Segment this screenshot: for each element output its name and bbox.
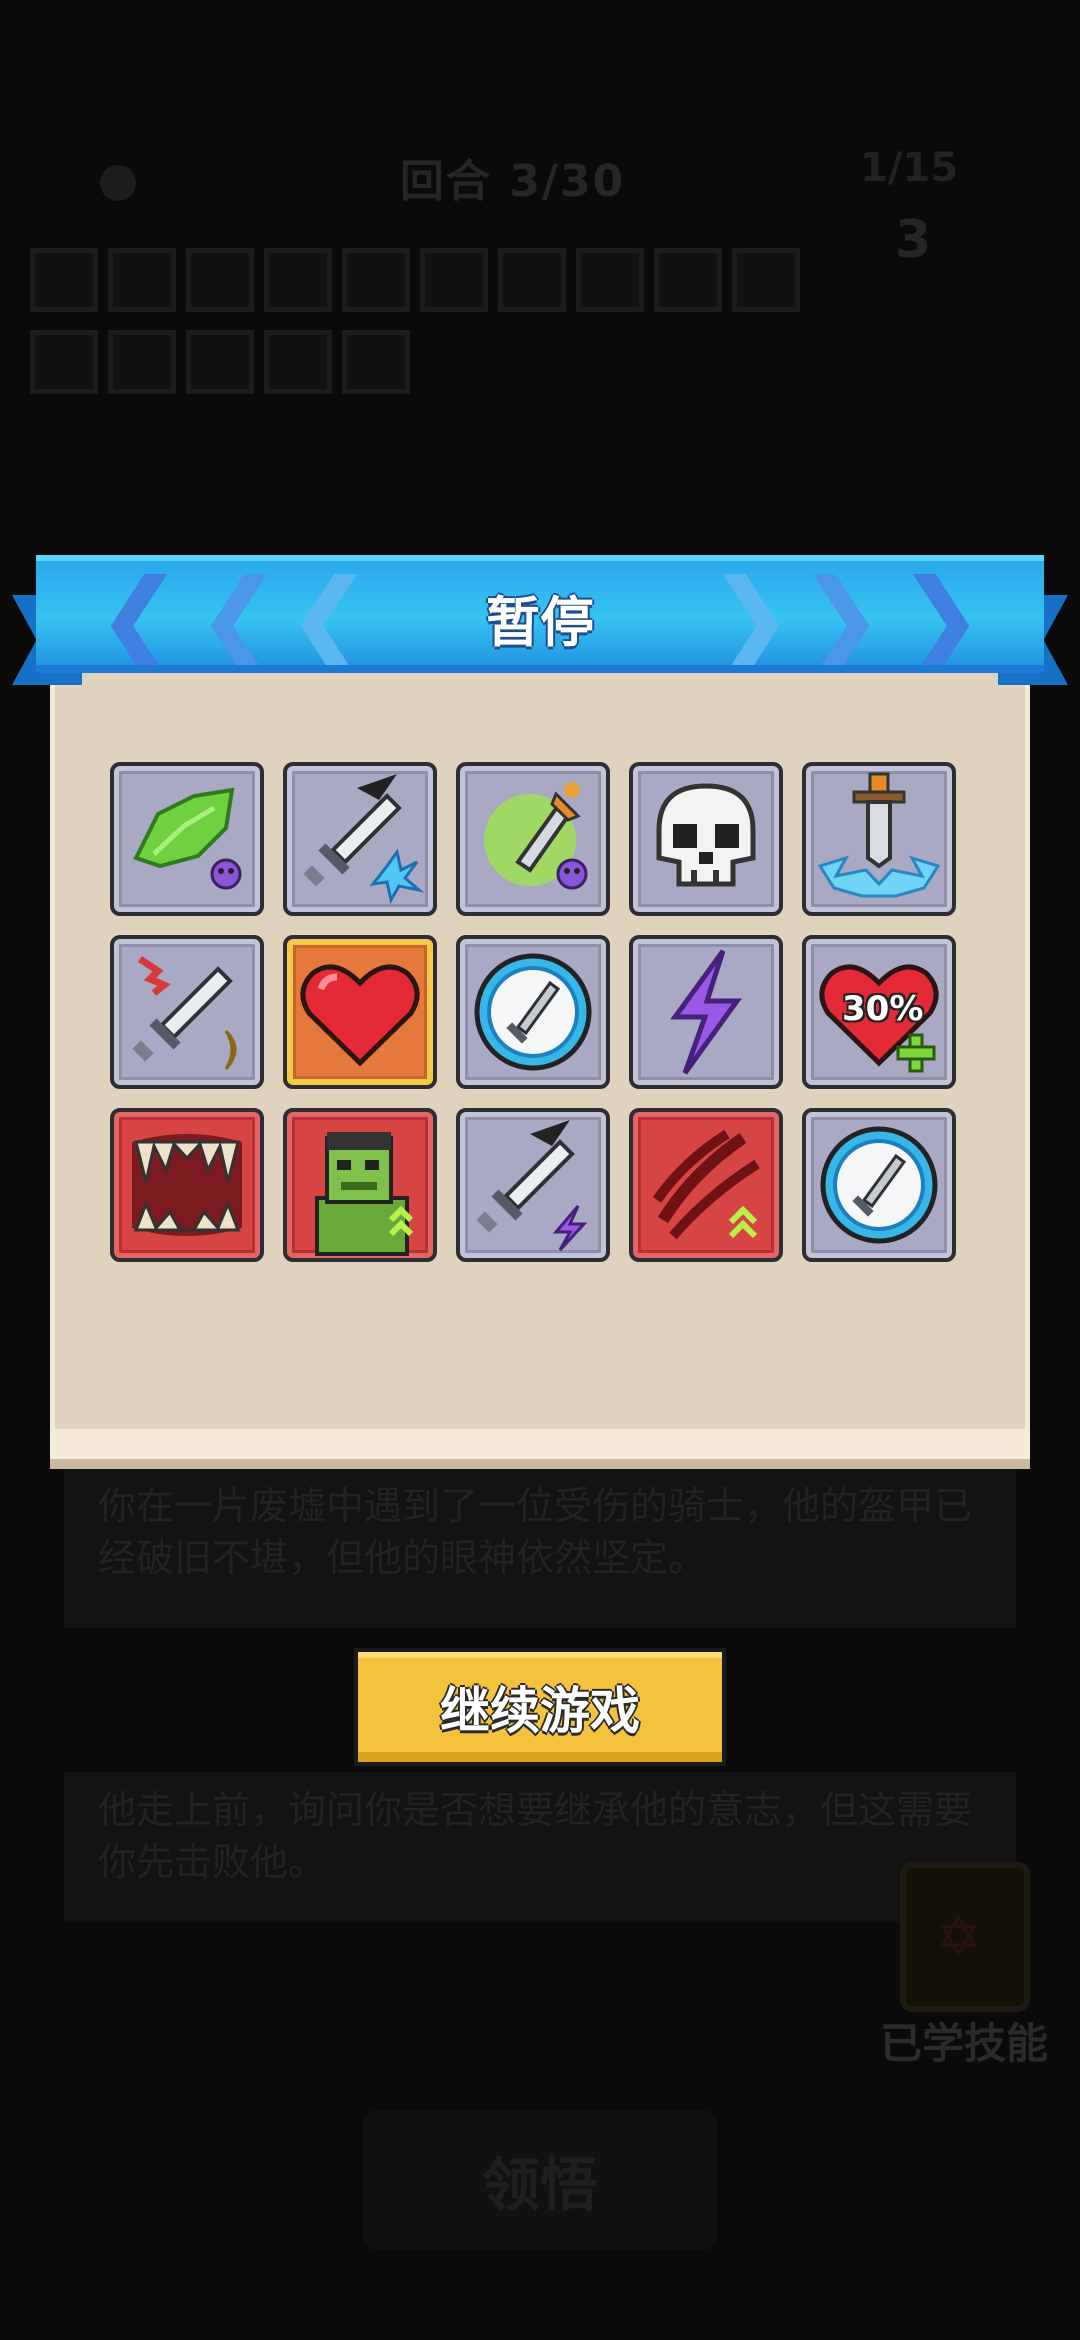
fangs-skill-icon[interactable] [110,1108,264,1262]
thunder-sword-skill-icon[interactable] [456,1108,610,1262]
poison-dagger-skill-icon[interactable] [456,762,610,916]
frost-sword-skill-icon[interactable] [283,762,437,916]
comprehend-button: 领悟 [363,2110,717,2250]
heal-heart-skill-icon[interactable]: 30% [802,935,956,1089]
sword-splash-skill-icon[interactable] [802,762,956,916]
story-panel-1: 你在一片废墟中遇到了一位受伤的骑士，他的盔甲已经破旧不堪，但他的眼神依然坚定。 [64,1468,1016,1628]
title-ribbon: ❮ ❮ ❮ ❯ ❯ ❯ 暂停 [12,555,1068,685]
round-counter: 回合 3/30 [400,156,626,207]
ribbon-band: ❮ ❮ ❮ ❯ ❯ ❯ 暂停 [36,555,1044,673]
story-text-1: 你在一片废墟中遇到了一位受伤的骑士，他的盔甲已经破旧不堪，但他的眼神依然坚定。 [98,1484,973,1580]
lightning-skill-icon[interactable] [629,935,783,1089]
continue-game-button[interactable]: 继续游戏 [354,1648,726,1766]
round-icon [100,165,136,201]
skill-grid: 30% [110,762,956,1262]
heart-skill-icon[interactable] [283,935,437,1089]
poison-leaf-skill-icon[interactable] [110,762,264,916]
shield-sword-orb-skill-icon-2[interactable] [802,1108,956,1262]
inventory-slots-row-2 [30,330,410,394]
story-panel-2: 他走上前，询问你是否想要继承他的意志，但这需要你先击败他。 [64,1772,1016,1922]
corner-number: 3 [895,210,932,270]
corner-stat: 1/15 [860,145,959,191]
skull-skill-icon[interactable] [629,762,783,916]
orc-brute-skill-icon[interactable] [283,1108,437,1262]
learned-skills-label: 已学技能 [880,2019,1049,2068]
inventory-slots-row-1 [30,248,800,312]
claw-slash-skill-icon[interactable] [629,1108,783,1262]
hexagram-icon: ✡ [935,1905,982,1970]
shield-sword-orb-skill-icon[interactable] [456,935,610,1089]
crescent-sword-skill-icon[interactable] [110,935,264,1089]
heal-percent-label: 30% [842,989,924,1029]
story-text-2: 他走上前，询问你是否想要继承他的意志，但这需要你先击败他。 [98,1788,973,1884]
pause-title: 暂停 [486,591,594,654]
